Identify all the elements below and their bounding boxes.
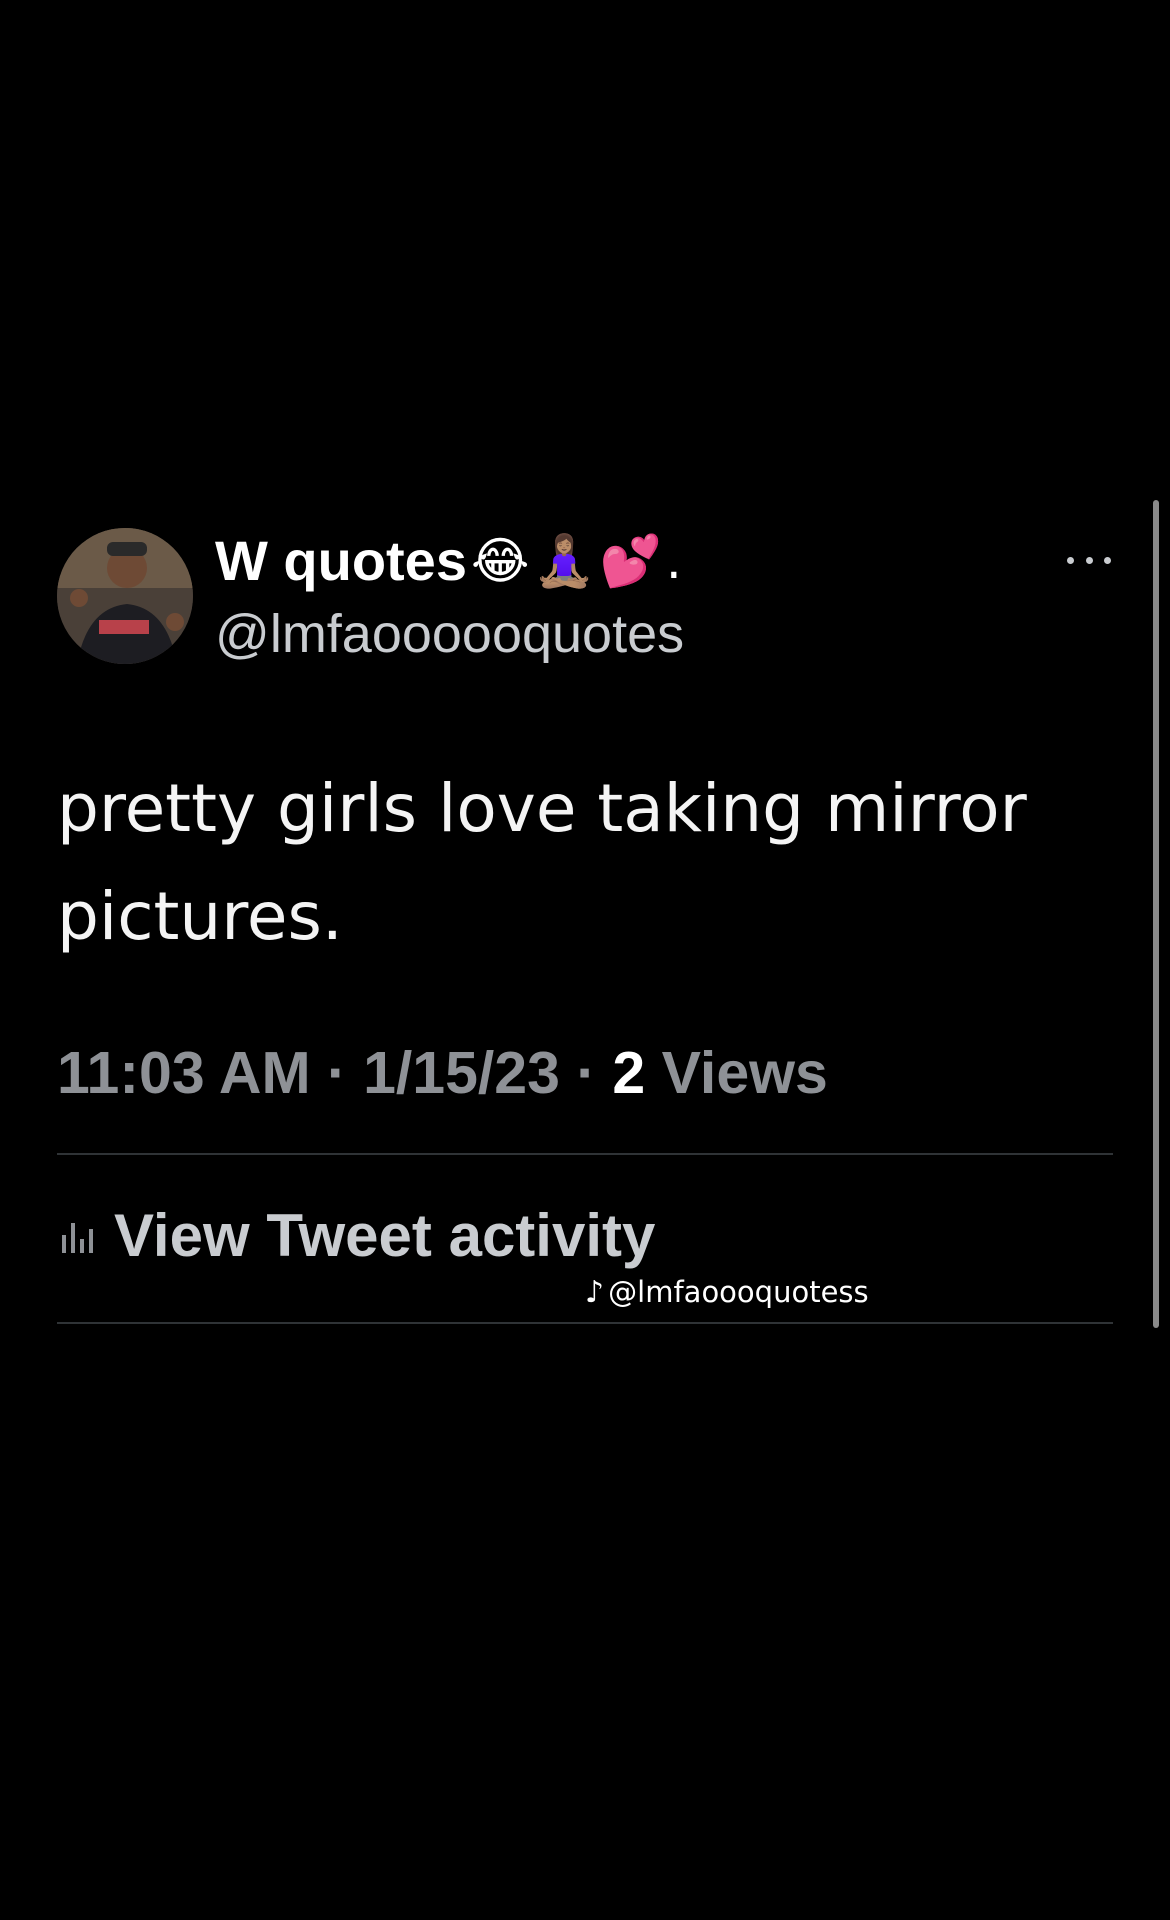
view-tweet-activity-button[interactable]: View Tweet activity	[60, 1200, 655, 1270]
tweet-detail: W quotes 😂🧘🏽‍♀️💕. @lmfaoooooquotes prett…	[0, 0, 1170, 1920]
bar-chart-icon	[62, 1223, 93, 1253]
display-name-emoji: 😂🧘🏽‍♀️💕.	[470, 532, 686, 590]
view-tweet-activity-label: View Tweet activity	[114, 1201, 656, 1269]
watermark-handle: @lmfaoooquotess	[608, 1275, 869, 1309]
display-name-text: W quotes	[215, 529, 467, 592]
tweet-date[interactable]: 1/15/23	[363, 1040, 560, 1106]
tiktok-logo-icon: ♪	[585, 1274, 605, 1310]
divider	[57, 1322, 1113, 1324]
more-options-button[interactable]	[1064, 540, 1114, 580]
views-label[interactable]: Views	[662, 1040, 828, 1106]
more-dot	[1104, 556, 1111, 564]
user-handle[interactable]: @lmfaoooooquotes	[215, 603, 684, 665]
tweet-time[interactable]: 11:03 AM	[57, 1040, 311, 1106]
tweet-text: pretty girls love taking mirror pictures…	[57, 770, 1027, 955]
views-count[interactable]: 2	[612, 1040, 645, 1106]
avatar[interactable]	[57, 528, 193, 664]
tweet-meta: 11:03 AM · 1/15/23 · 2 Views	[57, 1038, 828, 1108]
meta-separator: ·	[327, 1040, 347, 1106]
divider	[57, 1153, 1113, 1155]
more-dot	[1085, 556, 1093, 564]
meta-separator: ·	[576, 1040, 596, 1106]
scrollbar[interactable]	[1153, 500, 1159, 1328]
display-name[interactable]: W quotes 😂🧘🏽‍♀️💕.	[215, 528, 686, 594]
tiktok-watermark: ♪ @lmfaoooquotess	[585, 1272, 869, 1312]
more-horizontal-icon	[1067, 556, 1074, 564]
